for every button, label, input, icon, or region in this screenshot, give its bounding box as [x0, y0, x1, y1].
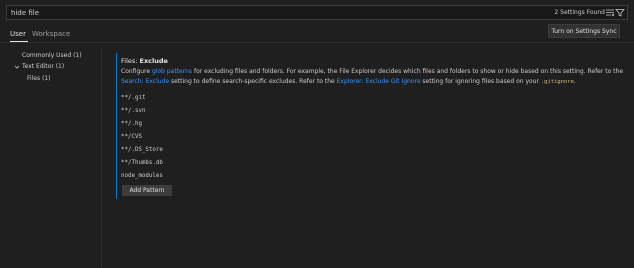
turn-on-settings-sync-button[interactable]: Turn on Settings Sync	[548, 24, 620, 38]
settings-search-bar: 2 Settings Found	[6, 5, 628, 20]
setting-name: Exclude	[139, 57, 168, 65]
exclude-pattern-item[interactable]: **/.git	[121, 95, 145, 101]
setting-files-exclude: Files: Exclude Configure glob patterns f…	[116, 53, 626, 199]
gitignore-code: .gitignore	[540, 79, 574, 85]
tab-user[interactable]: User	[10, 30, 26, 38]
setting-focus-indicator	[116, 53, 117, 199]
explorer-exclude-git-ignore-link[interactable]: Explorer: Exclude Git Ignore	[337, 78, 421, 85]
exclude-pattern-item[interactable]: node_modules	[121, 173, 163, 179]
panel-divider	[101, 48, 102, 268]
toc-item-text-editor-label: Text Editor (1)	[22, 63, 65, 70]
chevron-down-icon	[14, 65, 20, 69]
search-exclude-link[interactable]: Search: Exclude	[121, 78, 169, 85]
setting-category: Files:	[121, 57, 140, 65]
exclude-pattern-item[interactable]: **/.svn	[121, 108, 145, 114]
setting-description: Configure glob patterns for excluding fi…	[121, 67, 626, 87]
tabs-divider	[0, 42, 634, 43]
results-count: 2 Settings Found	[554, 9, 605, 16]
desc-text-3: setting to define search-specific exclud…	[169, 78, 337, 85]
settings-search-input[interactable]	[11, 6, 471, 19]
desc-text-1: Configure	[121, 68, 152, 75]
exclude-pattern-item[interactable]: **/Thumbs.db	[121, 160, 163, 166]
desc-text-2: for excluding files and folders. For exa…	[192, 68, 624, 75]
add-pattern-button[interactable]: Add Pattern	[122, 185, 172, 196]
toc-item-files[interactable]: Files (1)	[27, 75, 51, 82]
setting-title: Files: Exclude	[121, 57, 168, 65]
exclude-pattern-item[interactable]: **/.hg	[121, 121, 142, 127]
desc-text-4: setting for ignoring files based on your	[420, 78, 541, 85]
toc-item-commonly-used[interactable]: Commonly Used (1)	[22, 52, 82, 59]
desc-text-5: .	[573, 78, 576, 85]
tab-workspace[interactable]: Workspace	[32, 30, 70, 38]
filter-icon[interactable]	[615, 8, 625, 17]
clear-filter-icon[interactable]	[605, 8, 615, 17]
exclude-pattern-item[interactable]: **/CVS	[121, 134, 142, 140]
exclude-pattern-item[interactable]: **/.DS_Store	[121, 147, 163, 153]
toc-item-text-editor[interactable]: Text Editor (1)	[14, 63, 64, 70]
glob-patterns-link[interactable]: glob patterns	[152, 68, 192, 75]
